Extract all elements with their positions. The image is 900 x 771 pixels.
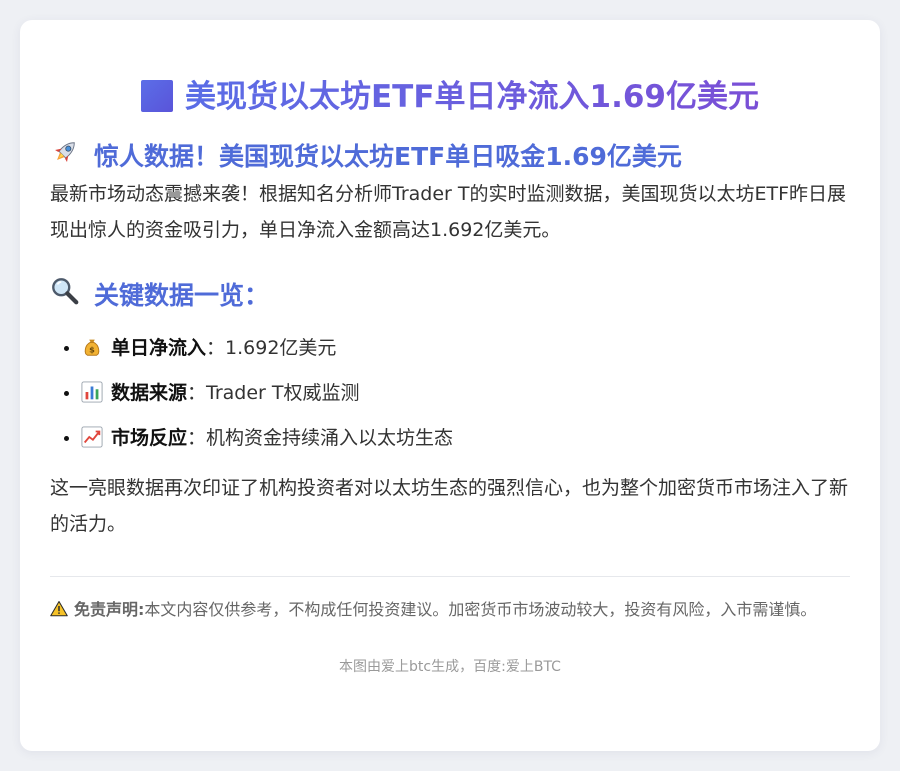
section-heading-text: 惊人数据！美国现货以太坊ETF单日吸金1.69亿美元 (94, 142, 682, 171)
key-data-list: $ 单日净流入：1.692亿美元 数据来源：Trader T权威监测 (50, 335, 850, 451)
rocket-icon (50, 137, 82, 176)
magnifier-icon (50, 276, 82, 315)
point-value: Trader T权威监测 (206, 382, 360, 404)
page-title: 美现货以太坊ETF单日净流入1.69亿美元 (50, 77, 850, 117)
article-card: 美现货以太坊ETF单日净流入1.69亿美元 惊人数据！美国现货以太坊ETF单日吸… (20, 20, 880, 751)
point-separator: ： (206, 337, 226, 359)
point-label: 市场反应 (111, 427, 188, 449)
disclaimer: 免责声明:本文内容仅供参考，不构成任何投资建议。加密货币市场波动较大，投资有风险… (50, 598, 850, 622)
section-heading-text: 关键数据一览： (94, 281, 270, 310)
disclaimer-label: 免责声明: (74, 600, 145, 619)
title-square-icon (141, 80, 173, 112)
footer-credit: 本图由爱上btc生成，百度:爱上BTC (339, 659, 561, 675)
point-separator: ： (187, 382, 207, 404)
money-bag-icon: $ (81, 336, 103, 358)
point-label: 数据来源 (111, 382, 188, 404)
bar-chart-icon (81, 381, 103, 403)
section-heading-key-data: 关键数据一览： (50, 276, 850, 315)
point-separator: ： (187, 427, 207, 449)
title-text: 美现货以太坊ETF单日净流入1.69亿美元 (185, 79, 759, 115)
list-item: $ 单日净流入：1.692亿美元 (81, 335, 850, 361)
list-item: 数据来源：Trader T权威监测 (81, 380, 850, 406)
disclaimer-text: 本文内容仅供参考，不构成任何投资建议。加密货币市场波动较大，投资有风险，入市需谨… (144, 600, 817, 619)
trend-up-icon (81, 426, 103, 448)
conclusion-paragraph: 这一亮眼数据再次印证了机构投资者对以太坊生态的强烈信心，也为整个加密货币市场注入… (50, 477, 849, 535)
svg-text:$: $ (89, 345, 95, 355)
point-value: 机构资金持续涌入以太坊生态 (206, 427, 454, 449)
intro-paragraph: 最新市场动态震撼来袭！根据知名分析师Trader T的实时监测数据，美国现货以太… (50, 183, 847, 241)
point-value: 1.692亿美元 (225, 337, 337, 359)
divider (50, 576, 850, 577)
section-heading-data: 惊人数据！美国现货以太坊ETF单日吸金1.69亿美元 (50, 137, 850, 176)
list-item: 市场反应：机构资金持续涌入以太坊生态 (81, 425, 850, 451)
point-label: 单日净流入 (111, 337, 207, 359)
warning-icon (50, 600, 68, 618)
